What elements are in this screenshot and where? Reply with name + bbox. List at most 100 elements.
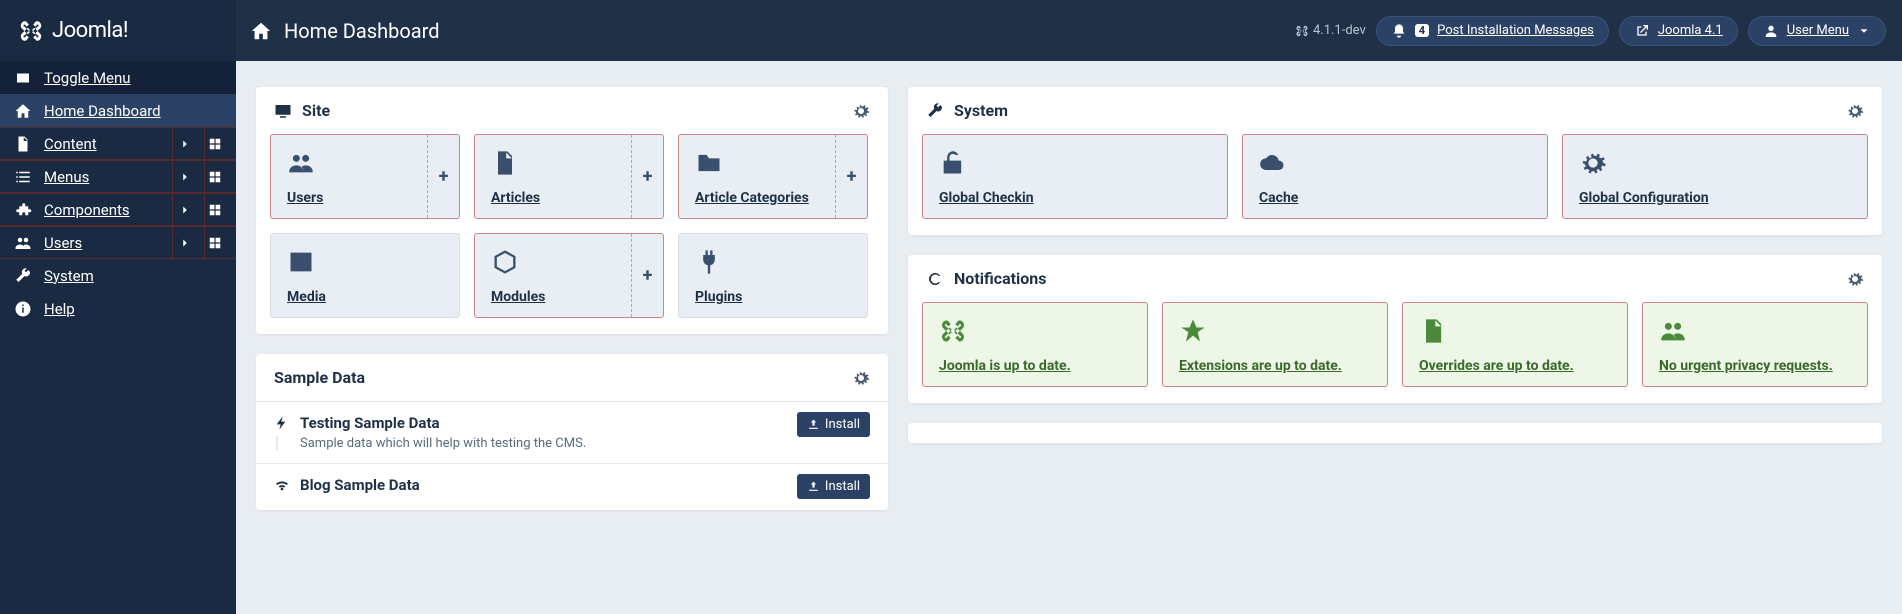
card-extensions-are-up-to-date-[interactable]: Extensions are up to date.: [1162, 302, 1388, 387]
card-overrides-are-up-to-date-[interactable]: Overrides are up to date.: [1402, 302, 1628, 387]
sidebar-item-label: Home Dashboard: [44, 102, 161, 120]
info-icon: [14, 300, 32, 318]
sidebar-item-label: Content: [44, 135, 97, 153]
sidebar-item-system[interactable]: System: [0, 259, 236, 292]
image-icon: [287, 248, 443, 283]
joomla-icon: [1295, 24, 1309, 38]
sidebar-item-home-dashboard[interactable]: Home Dashboard: [0, 94, 236, 127]
card-label: Global Configuration: [1579, 190, 1851, 206]
user-menu-button[interactable]: User Menu: [1748, 16, 1886, 46]
user-icon: [1763, 23, 1779, 39]
cog-icon: [1579, 149, 1851, 184]
card-label: Global Checkin: [939, 190, 1211, 206]
card-no-urgent-privacy-requests-[interactable]: No urgent privacy requests.: [1642, 302, 1868, 387]
star-icon: [1179, 317, 1371, 352]
panel-site: Site Users + Articles + Article Categori…: [256, 87, 888, 334]
upload-icon: [807, 480, 820, 493]
card-label: Cache: [1259, 190, 1531, 206]
card-modules[interactable]: Modules +: [474, 233, 664, 318]
card-article-categories[interactable]: Article Categories +: [678, 134, 868, 219]
cube-icon: [491, 248, 647, 283]
panel-notifications-title: Notifications: [954, 269, 1047, 288]
sidebar-item-label: Menus: [44, 168, 89, 186]
card-global-configuration[interactable]: Global Configuration: [1562, 134, 1868, 219]
notifications-card-grid: Joomla is up to date. Extensions are up …: [922, 302, 1868, 387]
column-right: System Global Checkin Cache Global Confi…: [908, 87, 1882, 443]
add-button[interactable]: +: [631, 234, 663, 317]
post-install-messages-button[interactable]: 4 Post Installation Messages: [1376, 16, 1609, 46]
chevron-down-icon: [1857, 24, 1871, 38]
sidebar-item-users[interactable]: Users: [0, 226, 236, 259]
panel-system-header: System: [908, 87, 1882, 134]
wifi-icon: [274, 477, 290, 493]
panel-sample-title: Sample Data: [274, 368, 365, 387]
sample-item-desc: Sample data which will help with testing…: [276, 436, 870, 451]
main: Site Users + Articles + Article Categori…: [236, 61, 1902, 614]
sample-item-title: Blog Sample Data: [300, 476, 420, 494]
gear-icon[interactable]: [1846, 102, 1864, 120]
card-label: Joomla is up to date.: [939, 358, 1131, 374]
install-button[interactable]: Install: [797, 412, 870, 437]
card-label: Articles: [491, 190, 647, 206]
sidebar-item-components[interactable]: Components: [0, 193, 236, 226]
sidebar-item-label: Components: [44, 201, 130, 219]
install-button[interactable]: Install: [797, 474, 870, 499]
site-link-label: Joomla 4.1: [1658, 23, 1723, 38]
gear-icon[interactable]: [1846, 270, 1864, 288]
unlock-icon: [939, 149, 1211, 184]
add-button[interactable]: +: [631, 135, 663, 218]
card-label: Extensions are up to date.: [1179, 358, 1371, 374]
card-joomla-is-up-to-date-[interactable]: Joomla is up to date.: [922, 302, 1148, 387]
panel-system: System Global Checkin Cache Global Confi…: [908, 87, 1882, 235]
version-label: 4.1.1-dev: [1295, 23, 1366, 38]
card-label: Users: [287, 190, 443, 206]
upload-icon: [807, 418, 820, 431]
home-icon: [14, 102, 32, 120]
panel-empty: [908, 423, 1882, 443]
card-cache[interactable]: Cache: [1242, 134, 1548, 219]
sample-item: Testing Sample Data Sample data which wi…: [256, 401, 888, 463]
panel-notifications: Notifications Joomla is up to date. Exte…: [908, 255, 1882, 403]
user-menu-label: User Menu: [1787, 23, 1849, 38]
toggle-icon: [14, 69, 32, 87]
column-left: Site Users + Articles + Article Categori…: [256, 87, 888, 510]
sidebar-toggle-label: Toggle Menu: [44, 69, 131, 87]
list-icon: [14, 168, 32, 186]
refresh-icon: [926, 270, 944, 288]
wrench-icon: [14, 267, 32, 285]
joomla-logo-icon: [18, 18, 44, 44]
bell-icon: [1391, 23, 1407, 39]
panel-sample-header: Sample Data: [256, 354, 888, 401]
bolt-icon: [274, 415, 290, 431]
page-title: Home Dashboard: [284, 19, 440, 43]
sidebar-item-content[interactable]: Content: [0, 127, 236, 160]
file-icon: [14, 135, 32, 153]
add-button[interactable]: +: [427, 135, 459, 218]
sidebar-item-menus[interactable]: Menus: [0, 160, 236, 193]
sidebar-toggle[interactable]: Toggle Menu: [0, 61, 236, 94]
card-label: Plugins: [695, 289, 851, 305]
puzzle-icon: [14, 201, 32, 219]
add-button[interactable]: +: [835, 135, 867, 218]
gear-icon[interactable]: [852, 369, 870, 387]
card-articles[interactable]: Articles +: [474, 134, 664, 219]
panel-notifications-header: Notifications: [908, 255, 1882, 302]
card-media[interactable]: Media: [270, 233, 460, 318]
card-global-checkin[interactable]: Global Checkin: [922, 134, 1228, 219]
page-title-area: Home Dashboard: [236, 19, 440, 43]
brand-text: Joomla!: [52, 18, 128, 43]
post-install-count: 4: [1415, 24, 1429, 37]
panel-system-title: System: [954, 101, 1008, 120]
site-link-button[interactable]: Joomla 4.1: [1619, 16, 1738, 46]
folder-icon: [695, 149, 851, 184]
system-card-grid: Global Checkin Cache Global Configuratio…: [922, 134, 1868, 219]
sidebar-item-help[interactable]: Help: [0, 292, 236, 325]
monitor-icon: [274, 102, 292, 120]
external-link-icon: [1634, 23, 1650, 39]
gear-icon[interactable]: [852, 102, 870, 120]
site-card-grid: Users + Articles + Article Categories + …: [270, 134, 874, 318]
brand[interactable]: Joomla!: [0, 0, 236, 61]
joomla-icon: [939, 317, 1131, 352]
card-plugins[interactable]: Plugins: [678, 233, 868, 318]
card-users[interactable]: Users +: [270, 134, 460, 219]
